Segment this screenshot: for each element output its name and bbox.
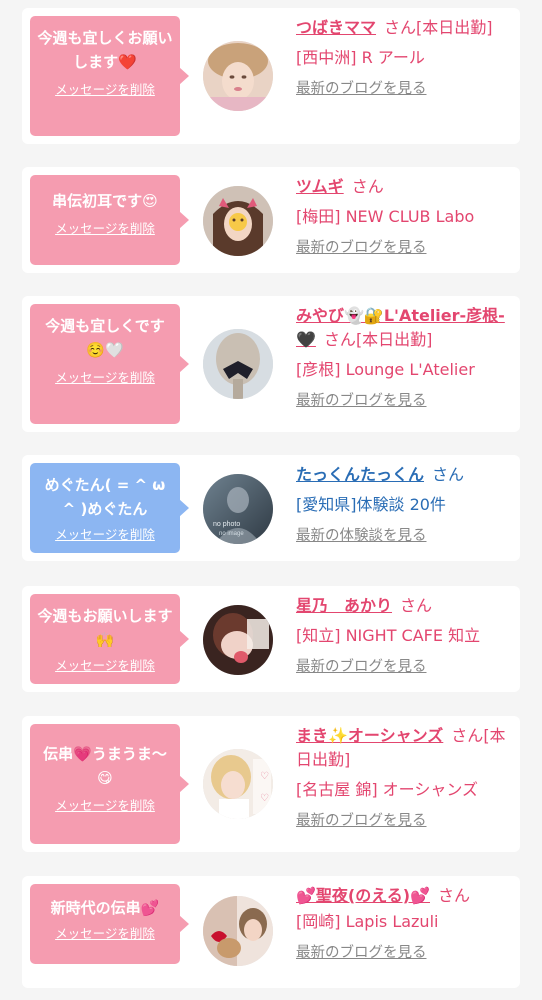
entry-info: 💕聖夜(のえる)💕 さん [岡崎] Lapis Lazuli 最新のブログを見る — [296, 884, 512, 963]
shop-text: [知立] NIGHT CAFE 知立 — [296, 626, 481, 645]
cast-name-link[interactable]: つばきママ — [296, 18, 376, 37]
entry-info: まき✨オーシャンズ さん[本日出勤] [名古屋 錦] オーシャンズ 最新のブログを… — [296, 724, 512, 831]
message-text: 今週も宜しくです☺️🤍 — [45, 317, 165, 359]
shop-text: [岡崎] Lapis Lazuli — [296, 912, 439, 931]
honorific: さん — [351, 177, 384, 196]
name-line: つばきママ さん[本日出勤] — [296, 16, 512, 40]
profile-photo-icon: ♡ ♡ — [203, 749, 273, 819]
message-bubble: 今週も宜しくお願いします❤️ メッセージを削除 — [30, 16, 189, 136]
avatar-photo[interactable] — [203, 896, 273, 966]
message-text: 今週もお願いします🙌 — [37, 607, 173, 649]
name-line: まき✨オーシャンズ さん[本日出勤] — [296, 724, 512, 772]
svg-text:♡: ♡ — [260, 771, 269, 782]
no-photo-avatar-icon: no photo no image — [203, 474, 273, 544]
message-card: 伝串💗うまうま〜😋 メッセージを削除 ♡ ♡ まき✨オーシャンズ さん[本日出勤]… — [22, 716, 520, 852]
delete-message-link[interactable]: メッセージを削除 — [55, 658, 155, 674]
message-bubble: 串伝初耳です😍 メッセージを削除 — [30, 175, 189, 265]
entry-info: ツムギ さん [梅田] NEW CLUB Labo 最新のブログを見る — [296, 175, 512, 258]
cast-name-link[interactable]: まき✨オーシャンズ — [296, 726, 443, 745]
delete-message-link[interactable]: メッセージを削除 — [55, 527, 155, 543]
name-line: ツムギ さん — [296, 175, 512, 199]
entry-info: みやび👻🔐L'Atelier-彦根-🖤 さん[本日出勤] [彦根] Lounge … — [296, 304, 512, 411]
latest-blog-link[interactable]: 最新のブログを見る — [296, 238, 427, 258]
profile-photo-icon — [203, 41, 273, 111]
honorific: さん — [384, 18, 417, 37]
message-text: 伝串💗うまうま〜😋 — [43, 745, 167, 787]
name-line: みやび👻🔐L'Atelier-彦根-🖤 さん[本日出勤] — [296, 304, 512, 352]
message-text: 今週も宜しくお願いします❤️ — [37, 29, 173, 71]
cast-name-link[interactable]: 💕聖夜(のえる)💕 — [296, 886, 430, 905]
name-line: 星乃 あかり さん — [296, 594, 512, 618]
message-bubble: 新時代の伝串💕 メッセージを削除 — [30, 884, 189, 964]
delete-message-link[interactable]: メッセージを削除 — [55, 798, 155, 814]
honorific: さん — [432, 465, 465, 484]
profile-photo-icon — [203, 186, 273, 256]
profile-photo-icon — [203, 329, 273, 399]
avatar-photo[interactable]: no photo no image — [203, 474, 273, 544]
latest-blog-link[interactable]: 最新のブログを見る — [296, 657, 427, 677]
name-line: 💕聖夜(のえる)💕 さん — [296, 884, 512, 908]
profile-photo-icon — [203, 605, 273, 675]
latest-blog-link[interactable]: 最新のブログを見る — [296, 943, 427, 963]
honorific: さん — [400, 596, 433, 615]
avatar-photo[interactable]: ♡ ♡ — [203, 749, 273, 819]
message-text: 新時代の伝串💕 — [50, 899, 160, 917]
shop-text: [西中洲] R アール — [296, 48, 425, 67]
entry-info: たっくんたっくん さん [愛知県]体験談 20件 最新の体験談を見る — [296, 463, 512, 546]
name-line: たっくんたっくん さん — [296, 463, 512, 487]
message-bubble: 伝串💗うまうま〜😋 メッセージを削除 — [30, 724, 189, 844]
no-image-label: no image — [219, 531, 244, 537]
avatar-photo[interactable] — [203, 41, 273, 111]
cast-name-link[interactable]: ツムギ — [296, 177, 344, 196]
message-card: めぐたん( = ^ ω ^ )めぐたん メッセージを削除 no photo no… — [22, 455, 520, 561]
message-text: 串伝初耳です😍 — [52, 192, 158, 210]
entry-info: つばきママ さん[本日出勤] [西中洲] R アール 最新のブログを見る — [296, 16, 512, 99]
profile-photo-icon — [203, 896, 273, 966]
latest-blog-link[interactable]: 最新のブログを見る — [296, 811, 427, 831]
avatar-photo[interactable] — [203, 329, 273, 399]
message-card: 新時代の伝串💕 メッセージを削除 💕聖夜(のえる)💕 さん [岡崎] Lapis … — [22, 876, 520, 988]
shop-text: [名古屋 錦] オーシャンズ — [296, 780, 479, 799]
honorific: さん — [451, 726, 484, 745]
message-bubble: 今週も宜しくです☺️🤍 メッセージを削除 — [30, 304, 189, 424]
status-text: [本日出勤] — [355, 330, 433, 349]
avatar-photo[interactable] — [203, 186, 273, 256]
honorific: さん — [323, 330, 356, 349]
shop-text: [梅田] NEW CLUB Labo — [296, 207, 475, 226]
message-card: 串伝初耳です😍 メッセージを削除 ツムギ さん [梅田] NEW CLUB Lab… — [22, 167, 520, 273]
status-text: [本日出勤] — [416, 18, 493, 37]
delete-message-link[interactable]: メッセージを削除 — [55, 221, 155, 237]
shop-text: [愛知県]体験談 20件 — [296, 495, 446, 514]
entry-info: 星乃 あかり さん [知立] NIGHT CAFE 知立 最新のブログを見る — [296, 594, 512, 677]
message-card: 今週も宜しくです☺️🤍 メッセージを削除 みやび👻🔐L'Atelier-彦根-🖤… — [22, 296, 520, 432]
delete-message-link[interactable]: メッセージを削除 — [55, 370, 155, 386]
message-card: 今週も宜しくお願いします❤️ メッセージを削除 つばきママ さん[本日出勤] [西… — [22, 8, 520, 144]
message-bubble: めぐたん( = ^ ω ^ )めぐたん メッセージを削除 — [30, 463, 189, 553]
delete-message-link[interactable]: メッセージを削除 — [55, 926, 155, 942]
delete-message-link[interactable]: メッセージを削除 — [55, 82, 155, 98]
message-text: めぐたん( = ^ ω ^ )めぐたん — [44, 476, 166, 518]
shop-text: [彦根] Lounge L'Atelier — [296, 360, 475, 379]
svg-text:♡: ♡ — [260, 793, 269, 804]
latest-blog-link[interactable]: 最新のブログを見る — [296, 391, 427, 411]
cast-name-link[interactable]: 星乃 あかり — [296, 596, 392, 615]
no-photo-label: no photo — [213, 521, 240, 528]
latest-review-link[interactable]: 最新の体験談を見る — [296, 526, 427, 546]
message-bubble: 今週もお願いします🙌 メッセージを削除 — [30, 594, 189, 684]
honorific: さん — [438, 886, 471, 905]
latest-blog-link[interactable]: 最新のブログを見る — [296, 79, 427, 99]
message-card: 今週もお願いします🙌 メッセージを削除 星乃 あかり さん [知立] NIGHT … — [22, 586, 520, 692]
message-list: 今週も宜しくお願いします❤️ メッセージを削除 つばきママ さん[本日出勤] [西… — [0, 0, 542, 1000]
cast-name-link[interactable]: たっくんたっくん — [296, 465, 424, 484]
avatar-photo[interactable] — [203, 605, 273, 675]
